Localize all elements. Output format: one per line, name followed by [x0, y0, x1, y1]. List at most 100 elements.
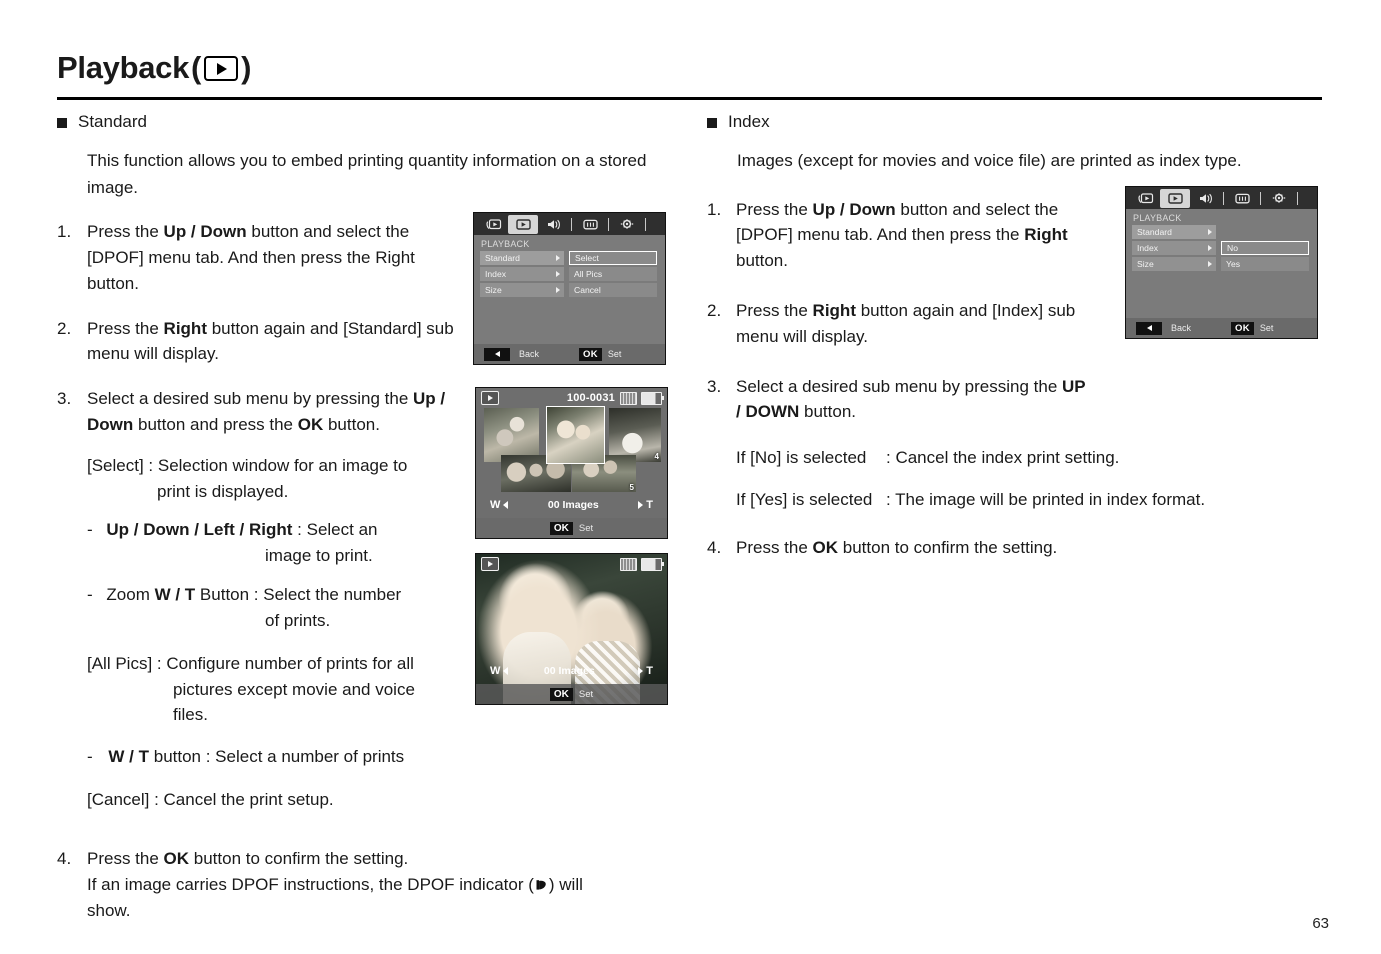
- ok-button[interactable]: OK: [1231, 321, 1254, 335]
- lcd-menu-area: Standard Index No Size Yes: [1126, 225, 1317, 271]
- standard-step-4: 4. Press the OK button to confirm the se…: [57, 846, 667, 923]
- zoom-wt-bar: W 00 Images T: [476, 492, 667, 518]
- tab-divider: [1260, 191, 1261, 205]
- image-select-thumbnail-screen: 100-0031 1 4: [475, 387, 668, 539]
- submenu-item-label: Select: [575, 253, 599, 263]
- menu-row: Standard: [1132, 225, 1317, 239]
- list-item[interactable]: [484, 408, 539, 462]
- back-label: Back: [1171, 323, 1192, 333]
- dash-pre: Zoom: [106, 585, 155, 605]
- menu-item-label: Index: [1137, 243, 1159, 253]
- step-text: Press the Right button again and [Standa…: [87, 318, 454, 364]
- sound-icon[interactable]: [1190, 189, 1220, 208]
- menu-row: Standard Select: [480, 251, 665, 265]
- list-item: 3. Select a desired sub menu by pressing…: [707, 374, 1091, 426]
- manual-page: Playback ( ) Standard This function allo…: [0, 0, 1381, 954]
- zoom-wt-bar: W 00 Images T: [476, 658, 667, 684]
- ok-button[interactable]: OK: [549, 521, 573, 535]
- tele-zoom-label[interactable]: T: [638, 499, 653, 511]
- menu-row: Index No: [1132, 241, 1317, 255]
- thumbnail-grid: 1 4 5: [476, 406, 667, 493]
- step-text: Select a desired sub menu by pressing th…: [736, 376, 1086, 422]
- set-label: Set: [607, 349, 622, 359]
- tab-divider: [1223, 191, 1224, 205]
- tele-zoom-label[interactable]: T: [630, 665, 653, 677]
- step-number: 3.: [57, 389, 72, 409]
- allpics-line-3: files.: [173, 705, 208, 725]
- index-conditions: If [No] is selected : Cancel the index p…: [707, 444, 1327, 512]
- submenu-item-all-pics[interactable]: All Pics: [569, 267, 657, 281]
- chevron-right-icon: [1208, 261, 1212, 267]
- step-text-line3: show.: [87, 900, 131, 920]
- select-line-2: print is displayed.: [157, 481, 289, 501]
- submenu-item-no[interactable]: No: [1221, 241, 1309, 255]
- menu-row: Index All Pics: [480, 267, 665, 281]
- ok-button[interactable]: OK: [579, 347, 602, 361]
- display-icon[interactable]: [575, 215, 605, 234]
- playback-dpof-index-menu-screen: PLAYBACK Standard Index No Size Yes Back…: [1125, 186, 1318, 339]
- tab-divider: [608, 217, 609, 231]
- single-image-print-quantity-screen: W 00 Images T OK Set: [475, 553, 668, 705]
- set-label: Set: [578, 688, 594, 700]
- left-arrow-icon[interactable]: [1136, 321, 1162, 335]
- playback-dpof-standard-menu-screen: PLAYBACK Standard Select Index All Pics: [473, 212, 666, 365]
- photo-view: W 00 Images T OK Set: [476, 554, 667, 704]
- lcd-menu-area: Standard Select Index All Pics Size Canc…: [474, 251, 665, 297]
- wide-zoom-label[interactable]: W: [490, 665, 508, 677]
- menu-item-standard[interactable]: Standard: [1132, 225, 1216, 239]
- step-text: Press the Right button again and [Index]…: [736, 301, 1076, 346]
- ok-button[interactable]: OK: [549, 687, 573, 701]
- dash-rest: Button : Select the number: [195, 585, 402, 605]
- list-item[interactable]: 1: [546, 406, 605, 464]
- submenu-item-label: Cancel: [574, 285, 601, 295]
- standard-intro-text: This function allows you to embed printi…: [87, 151, 647, 197]
- menu-tab-bar: [474, 213, 665, 235]
- menu-item-label: Standard: [485, 253, 520, 263]
- display-icon[interactable]: [1227, 189, 1257, 208]
- menu-item-index[interactable]: Index: [480, 267, 564, 281]
- tab-divider: [645, 217, 646, 231]
- list-item: 1. Press the Up / Down button and select…: [57, 219, 459, 296]
- thumb-count: 4: [654, 452, 659, 461]
- tab-divider: [1297, 191, 1298, 205]
- list-item: 1. Press the Up / Down button and select…: [707, 197, 1086, 274]
- menu-item-standard[interactable]: Standard: [480, 251, 564, 265]
- step-number: 2.: [57, 318, 72, 338]
- lcd-bottom-bar: Back OK Set: [474, 344, 665, 364]
- dash-bold-label: W / T: [108, 747, 150, 767]
- menu-item-label: Size: [485, 285, 502, 295]
- settings-gear-icon[interactable]: [612, 215, 642, 234]
- section-label: Standard: [78, 112, 147, 131]
- left-arrow-icon[interactable]: [484, 347, 510, 361]
- submenu-item-label: Yes: [1226, 259, 1241, 269]
- lcd-status-bar: [476, 554, 667, 574]
- slideshow-icon[interactable]: [1130, 189, 1160, 208]
- battery-icon: [641, 557, 664, 571]
- playback-icon[interactable]: [508, 214, 538, 234]
- menu-item-index[interactable]: Index: [1132, 241, 1216, 255]
- wide-zoom-label[interactable]: W: [490, 499, 508, 511]
- condition-key: If [Yes] is selected: [736, 489, 873, 509]
- play-icon: [204, 56, 239, 81]
- submenu-item-yes[interactable]: Yes: [1221, 257, 1309, 271]
- page-title: Playback ( ): [57, 52, 1322, 83]
- dash-marker: -: [87, 747, 93, 767]
- list-item[interactable]: 4: [609, 408, 661, 462]
- dash-continuation: of prints.: [265, 610, 331, 630]
- lcd-bottom-bar: OK Set: [476, 518, 667, 538]
- submenu-item-select[interactable]: Select: [569, 251, 657, 265]
- menu-item-size[interactable]: Size: [1132, 257, 1216, 271]
- chevron-right-icon: [556, 287, 560, 293]
- menu-item-size[interactable]: Size: [480, 283, 564, 297]
- playback-icon[interactable]: [1160, 188, 1190, 208]
- settings-gear-icon[interactable]: [1264, 189, 1294, 208]
- index-step-4: 4. Press the OK button to confirm the se…: [707, 535, 1327, 561]
- slideshow-icon[interactable]: [478, 215, 508, 234]
- sound-icon[interactable]: [538, 215, 568, 234]
- list-item: 2. Press the Right button again and [Sta…: [57, 316, 459, 368]
- tab-divider: [571, 217, 572, 231]
- bullet-square-icon: [707, 118, 717, 128]
- condition-key: If [No] is selected: [736, 448, 867, 468]
- submenu-item-cancel[interactable]: Cancel: [569, 283, 657, 297]
- chevron-right-icon: [556, 271, 560, 277]
